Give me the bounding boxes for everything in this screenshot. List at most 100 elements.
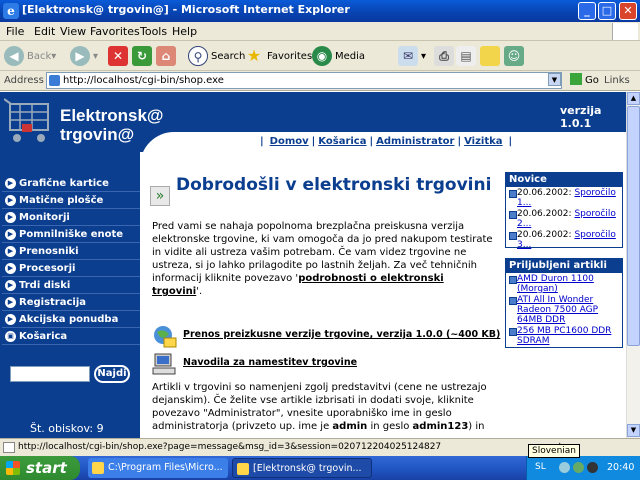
instructions-link[interactable]: Navodila za namestitev trgovine — [183, 357, 357, 368]
logo-text: Elektronsk@ trgovin@ — [60, 106, 164, 144]
vertical-scrollbar[interactable]: ▲ ▼ — [626, 92, 640, 438]
arrow-bullet-icon: ▶ — [5, 178, 16, 189]
media-icon: ◉ — [312, 46, 332, 66]
menu-view[interactable]: View — [60, 25, 86, 38]
refresh-icon: ↻ — [132, 46, 152, 66]
print-button[interactable]: ⎙ — [434, 45, 457, 67]
browser-window: e [Elektronsk@ trgovin@] - Microsoft Int… — [0, 0, 640, 480]
refresh-button[interactable]: ↻ — [132, 45, 155, 67]
menu-file[interactable]: File — [6, 25, 24, 38]
edit-icon: ▤ — [456, 46, 476, 66]
sidebar-item-registration[interactable]: ▶ Registracija — [2, 295, 140, 311]
menu-help[interactable]: Help — [172, 25, 197, 38]
computer-setup-icon — [152, 353, 176, 375]
version-label: verzija 1.0.1 — [560, 104, 602, 130]
volume-icon[interactable] — [587, 462, 598, 473]
go-button[interactable]: Go — [570, 73, 599, 86]
news-item: 20.06.2002: Sporočilo 3... — [506, 230, 622, 250]
page-status-icon — [3, 442, 15, 453]
stop-button[interactable]: ✕ — [108, 45, 131, 67]
windows-flag-icon — [612, 23, 638, 40]
nav-admin[interactable]: Administrator — [376, 136, 454, 147]
popular-item: 256 MB PC1600 DDR SDRAM — [506, 326, 622, 346]
popular-item: ATI All In Wonder Radeon 7500 AGP 64MB D… — [506, 295, 622, 325]
intro-paragraph: Pred vami se nahaja popolnoma brezplačna… — [152, 221, 493, 297]
messenger-button[interactable]: ☺ — [504, 45, 527, 67]
sidebar-item-monitors[interactable]: ▶ Monitorji — [2, 210, 140, 226]
help-icon[interactable] — [559, 462, 570, 473]
close-button[interactable]: ✕ — [619, 2, 637, 20]
page-title: Dobrodošli v elektronski trgovini — [176, 175, 492, 195]
sidebar-item-cart[interactable]: ▣ Košarica — [2, 329, 140, 345]
menu-tools[interactable]: Tools — [140, 25, 167, 38]
search-button[interactable]: ⚲ Search — [188, 45, 245, 67]
edit-button[interactable]: ▤ — [456, 45, 479, 67]
maximize-button[interactable]: □ — [598, 2, 616, 20]
popular-link-3[interactable]: 256 MB PC1600 DDR SDRAM — [517, 326, 611, 346]
outro-paragraph: Artikli v trgovini so namenjeni zgolj pr… — [152, 382, 487, 432]
system-tray: SL 20:40 — [526, 456, 640, 480]
arrow-bullet-icon: ▶ — [5, 314, 16, 325]
page-icon — [49, 75, 60, 86]
arrow-bullet-icon: ▶ — [5, 229, 16, 240]
links-button[interactable]: Links — [604, 75, 630, 86]
print-icon: ⎙ — [434, 46, 454, 66]
popular-item: AMD Duron 1100 (Morgan) — [506, 274, 622, 294]
favorites-button[interactable]: ★ Favorites — [244, 45, 312, 67]
popular-header: Priljubljeni artikli — [506, 259, 622, 273]
stop-icon: ✕ — [108, 46, 128, 66]
shopping-cart-logo-icon — [4, 98, 49, 142]
sidebar-item-processors[interactable]: ▶ Procesorji — [2, 261, 140, 277]
cart-icon: ▣ — [5, 331, 16, 342]
top-nav: | Domov | Košarica | Administrator | Vizitka | — [256, 134, 517, 150]
language-indicator[interactable]: SL — [535, 462, 546, 472]
mail-button[interactable]: ✉ ▾ — [398, 45, 426, 67]
media-button[interactable]: ◉ Media — [312, 45, 365, 67]
sidebar-item-laptops[interactable]: ▶ Prenosniki — [2, 244, 140, 260]
popular-link-2[interactable]: ATI All In Wonder Radeon 7500 AGP 64MB D… — [517, 295, 598, 325]
scroll-up-icon[interactable]: ▲ — [627, 92, 640, 105]
taskbar-ie[interactable]: [Elektronsk@ trgovin... — [232, 458, 372, 478]
network-icon[interactable] — [573, 462, 584, 473]
instructions-row: Navodila za namestitev trgovine — [152, 352, 497, 376]
search-submit-button[interactable]: Najdi — [94, 365, 130, 383]
taskbar-explorer[interactable]: C:\Program Files\Micro... — [88, 458, 228, 478]
sidebar-item-storage[interactable]: ▶ Pomnilniške enote — [2, 227, 140, 243]
news-header: Novice — [506, 173, 622, 187]
address-dropdown-icon[interactable]: ▼ — [548, 73, 561, 86]
nav-cart[interactable]: Košarica — [318, 136, 366, 147]
download-link[interactable]: Prenos preizkusne verzije trgovine, verz… — [183, 329, 500, 340]
globe-download-icon — [154, 326, 177, 348]
scroll-thumb[interactable] — [627, 106, 640, 346]
sidebar-item-hard-drives[interactable]: ▶ Trdi diski — [2, 278, 140, 294]
menu-bar: File Edit View Favorites Tools Help — [0, 22, 640, 41]
discuss-icon — [480, 46, 500, 66]
status-text: http://localhost/cgi-bin/shop.exe?page=m… — [18, 442, 442, 452]
menu-edit[interactable]: Edit — [34, 25, 55, 38]
home-icon: ⌂ — [156, 46, 176, 66]
news-box: Novice 20.06.2002: Sporočilo 1... 20.06.… — [505, 172, 623, 250]
forward-button[interactable]: ▶ ▾ — [70, 45, 98, 67]
nav-home[interactable]: Domov — [270, 136, 309, 147]
home-button[interactable]: ⌂ — [156, 45, 179, 67]
address-input[interactable]: http://localhost/cgi-bin/shop.exe — [46, 72, 562, 89]
sidebar-item-motherboards[interactable]: ▶ Matične plošče — [2, 193, 140, 209]
sidebar-item-graphics-cards[interactable]: ▶ Grafične kartice — [2, 176, 140, 192]
start-button[interactable]: start — [0, 456, 80, 480]
sidebar-item-special-offer[interactable]: ▶ Akcijska ponudba — [2, 312, 140, 328]
language-tooltip: Slovenian — [528, 444, 581, 458]
back-button[interactable]: ◀ Back ▾ — [4, 45, 56, 67]
nav-card[interactable]: Vizitka — [464, 136, 502, 147]
search-input[interactable] — [10, 366, 90, 382]
discuss-button[interactable] — [480, 45, 503, 67]
title-bar: e [Elektronsk@ trgovin@] - Microsoft Int… — [0, 0, 640, 22]
popular-link-1[interactable]: AMD Duron 1100 (Morgan) — [517, 274, 594, 294]
address-bar: Address http://localhost/cgi-bin/shop.ex… — [0, 71, 640, 91]
download-row: Prenos preizkusne verzije trgovine, verz… — [152, 324, 500, 348]
scroll-down-icon[interactable]: ▼ — [627, 424, 640, 437]
menu-favorites[interactable]: Favorites — [90, 25, 140, 38]
back-arrow-icon: ◀ — [4, 46, 24, 66]
taskbar: start C:\Program Files\Micro... [Elektro… — [0, 456, 640, 480]
arrow-bullet-icon: ▶ — [5, 195, 16, 206]
minimize-button[interactable]: _ — [578, 2, 596, 20]
